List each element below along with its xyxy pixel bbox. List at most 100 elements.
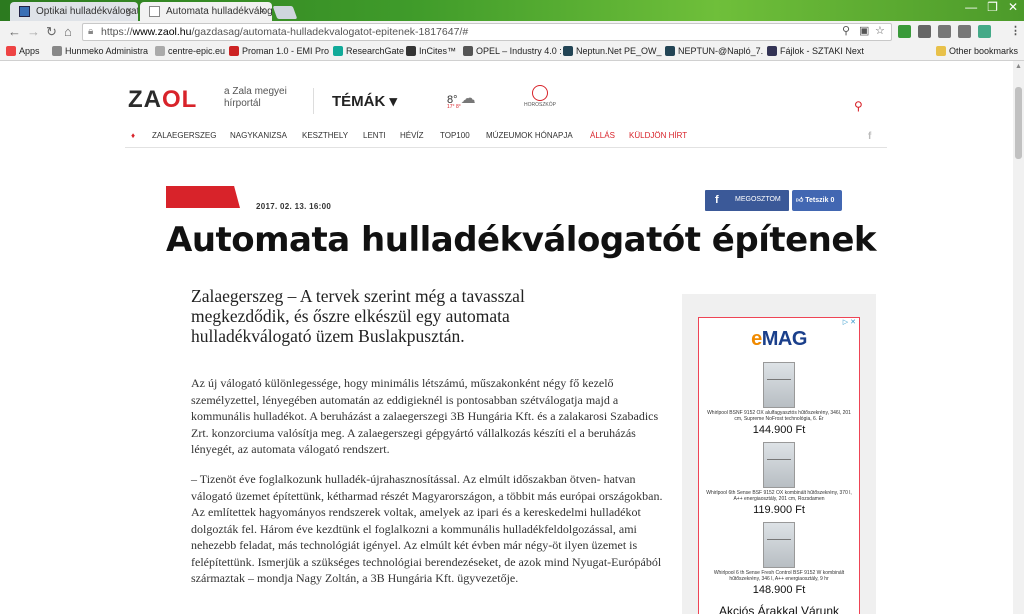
bookmark-star-icon[interactable]: ☆ xyxy=(875,24,885,37)
page-icon xyxy=(52,46,62,56)
page-icon xyxy=(229,46,239,56)
search-icon[interactable]: ⚲ xyxy=(854,99,863,113)
nav-divider xyxy=(125,147,887,148)
close-icon[interactable]: × xyxy=(126,5,132,17)
thumbs-up-icon: 👍︎ xyxy=(796,197,804,204)
bookmark-item[interactable]: ResearchGate xyxy=(333,46,404,56)
bookmark-item[interactable]: Neptun.Net PE_OW_ xyxy=(563,46,662,56)
nav-item[interactable]: LENTI xyxy=(363,131,386,140)
tab-title: Automata hulladékválogató xyxy=(166,6,272,17)
browser-tabbar: Optikai hulladékválogató × Automata hull… xyxy=(0,0,1024,21)
tab-title: Optikai hulladékválogató xyxy=(36,6,138,17)
translate-icon[interactable]: ▣ xyxy=(859,24,869,37)
adchoices-icon[interactable]: ▷ ✕ xyxy=(843,318,856,326)
nav-item[interactable]: TOP100 xyxy=(440,131,470,140)
article-lead: Zalaegerszeg – A tervek szerint még a ta… xyxy=(191,286,525,346)
bookmark-item[interactable]: centre-epic.eu xyxy=(155,46,225,56)
page-scrollbar[interactable]: ▲ xyxy=(1013,61,1024,614)
nav-item[interactable]: ÁLLÁS xyxy=(590,131,615,140)
url-prefix: https:// xyxy=(101,26,133,38)
page-icon xyxy=(563,46,573,56)
favicon-icon xyxy=(19,6,30,17)
bookmark-item[interactable]: Fájlok - SZTAKI Next xyxy=(767,46,864,56)
maximize-icon[interactable]: ❐ xyxy=(987,0,998,18)
minimize-icon[interactable]: — xyxy=(965,0,977,18)
flame-icon: ♦ xyxy=(131,131,136,140)
page-icon xyxy=(155,46,165,56)
bookmark-item[interactable]: OPEL – Industry 4.0 : xyxy=(463,46,562,56)
new-tab-button[interactable] xyxy=(272,6,298,19)
favicon-icon xyxy=(149,6,160,17)
bookmark-item[interactable]: Apps xyxy=(6,46,40,56)
browser-toolbar: ← → ↻ ⌂ 🔒︎ https://www.zaol.hu/gazdasag/… xyxy=(0,21,1024,43)
topics-menu[interactable]: TÉMÁK ▾ xyxy=(332,92,397,110)
bookmark-item[interactable]: InCites™ xyxy=(406,46,456,56)
extension-icon[interactable] xyxy=(898,25,911,38)
folder-icon xyxy=(936,46,946,56)
extension-icon[interactable] xyxy=(938,25,951,38)
ad-product[interactable]: Whirlpool 6 th Sense Fresh Control BSF 9… xyxy=(699,522,859,596)
page-icon xyxy=(767,46,777,56)
lock-icon: 🔒︎ xyxy=(88,26,94,37)
share-button[interactable]: f MEGOSZTOM xyxy=(705,190,789,211)
forward-icon[interactable]: → xyxy=(27,24,40,39)
url-path: /gazdasag/automata-hulladekvalogatot-epi… xyxy=(191,26,469,38)
fridge-image xyxy=(763,442,795,488)
fridge-image xyxy=(763,522,795,568)
article-date: 2017. 02. 13. 16:00 xyxy=(256,202,332,211)
header-divider xyxy=(313,88,314,114)
nav-item[interactable]: KÜLDJÖN HÍRT xyxy=(629,131,687,140)
browser-tab-active[interactable]: Automata hulladékválogató × xyxy=(140,2,272,21)
address-bar[interactable]: 🔒︎ https://www.zaol.hu/gazdasag/automata… xyxy=(82,23,892,41)
menu-icon[interactable]: ⋮ xyxy=(1010,24,1021,37)
category-bar xyxy=(166,186,240,208)
reload-icon[interactable]: ↻ xyxy=(46,24,57,40)
cloud-icon: ☁ xyxy=(460,90,476,107)
bookmarks-bar: Apps Hunmeko Administra centre-epic.eu P… xyxy=(0,43,1024,61)
ad-product[interactable]: Whirlpool BSNF 9152 OX alulfagyasztós hű… xyxy=(699,362,859,436)
close-window-icon[interactable]: ✕ xyxy=(1008,0,1018,18)
horoscope-icon xyxy=(532,85,548,101)
like-button[interactable]: 👍︎ Tetszik 0 xyxy=(792,190,842,211)
bookmark-item[interactable]: Hunmeko Administra xyxy=(52,46,148,56)
scroll-up-icon[interactable]: ▲ xyxy=(1015,63,1022,70)
ad-product[interactable]: Whirlpool 6th Sense BSF 9152 OX kombinál… xyxy=(699,442,859,516)
home-icon[interactable]: ⌂ xyxy=(64,24,72,39)
scroll-thumb[interactable] xyxy=(1015,87,1022,159)
window-controls: — ❐ ✕ xyxy=(965,0,1018,18)
close-icon[interactable]: × xyxy=(260,5,266,17)
facebook-icon: f xyxy=(715,194,719,206)
horoscope-link[interactable]: HOROSZKÓP xyxy=(520,85,560,108)
site-tagline: a Zala megyei hírportál xyxy=(224,86,287,109)
back-icon[interactable]: ← xyxy=(8,24,21,39)
url-host: www.zaol.hu xyxy=(132,26,192,38)
nav-item[interactable]: NAGYKANIZSA xyxy=(230,131,287,140)
bookmark-item[interactable]: Other bookmarks xyxy=(936,46,1018,56)
ad-brand: eMAG xyxy=(751,328,807,350)
article-paragraph: Az új válogató különlegessége, hogy mini… xyxy=(191,376,659,456)
temp-range: 17° 8° xyxy=(447,104,461,110)
bookmark-item[interactable]: Proman 1.0 - EMI Pro xyxy=(229,46,329,56)
extension-icon[interactable] xyxy=(978,25,991,38)
page-icon xyxy=(333,46,343,56)
nav-item[interactable]: MÚZEUMOK HÓNAPJA xyxy=(486,131,573,140)
facebook-icon[interactable]: f xyxy=(868,131,876,143)
article-paragraph: – Tizenöt éve foglalkozunk hulladék-újra… xyxy=(191,472,663,585)
extension-icon[interactable] xyxy=(918,25,931,38)
web-page: ZAOL a Zala megyei hírportál TÉMÁK ▾ 8° … xyxy=(0,61,1013,614)
fridge-image xyxy=(763,362,795,408)
browser-tab[interactable]: Optikai hulladékválogató × xyxy=(10,2,138,21)
nav-item[interactable]: KESZTHELY xyxy=(302,131,348,140)
bookmark-item[interactable]: NEPTUN-@Napló_7. xyxy=(665,46,763,56)
advertisement[interactable]: ▷ ✕ eMAG Whirlpool BSNF 9152 OX alulfagy… xyxy=(698,317,860,614)
ad-footer: Akciós Árakkal Várunk xyxy=(718,604,840,614)
extension-icon[interactable] xyxy=(958,25,971,38)
nav-item[interactable]: ZALAEGERSZEG xyxy=(152,131,216,140)
page-icon xyxy=(665,46,675,56)
zoom-icon[interactable]: ⚲ xyxy=(842,24,850,37)
page-icon xyxy=(406,46,416,56)
site-logo[interactable]: ZAOL xyxy=(128,86,197,114)
page-icon xyxy=(463,46,473,56)
nav-item[interactable]: HÉVÍZ xyxy=(400,131,424,140)
article-title: Automata hulladékválogatót építenek xyxy=(166,220,877,260)
